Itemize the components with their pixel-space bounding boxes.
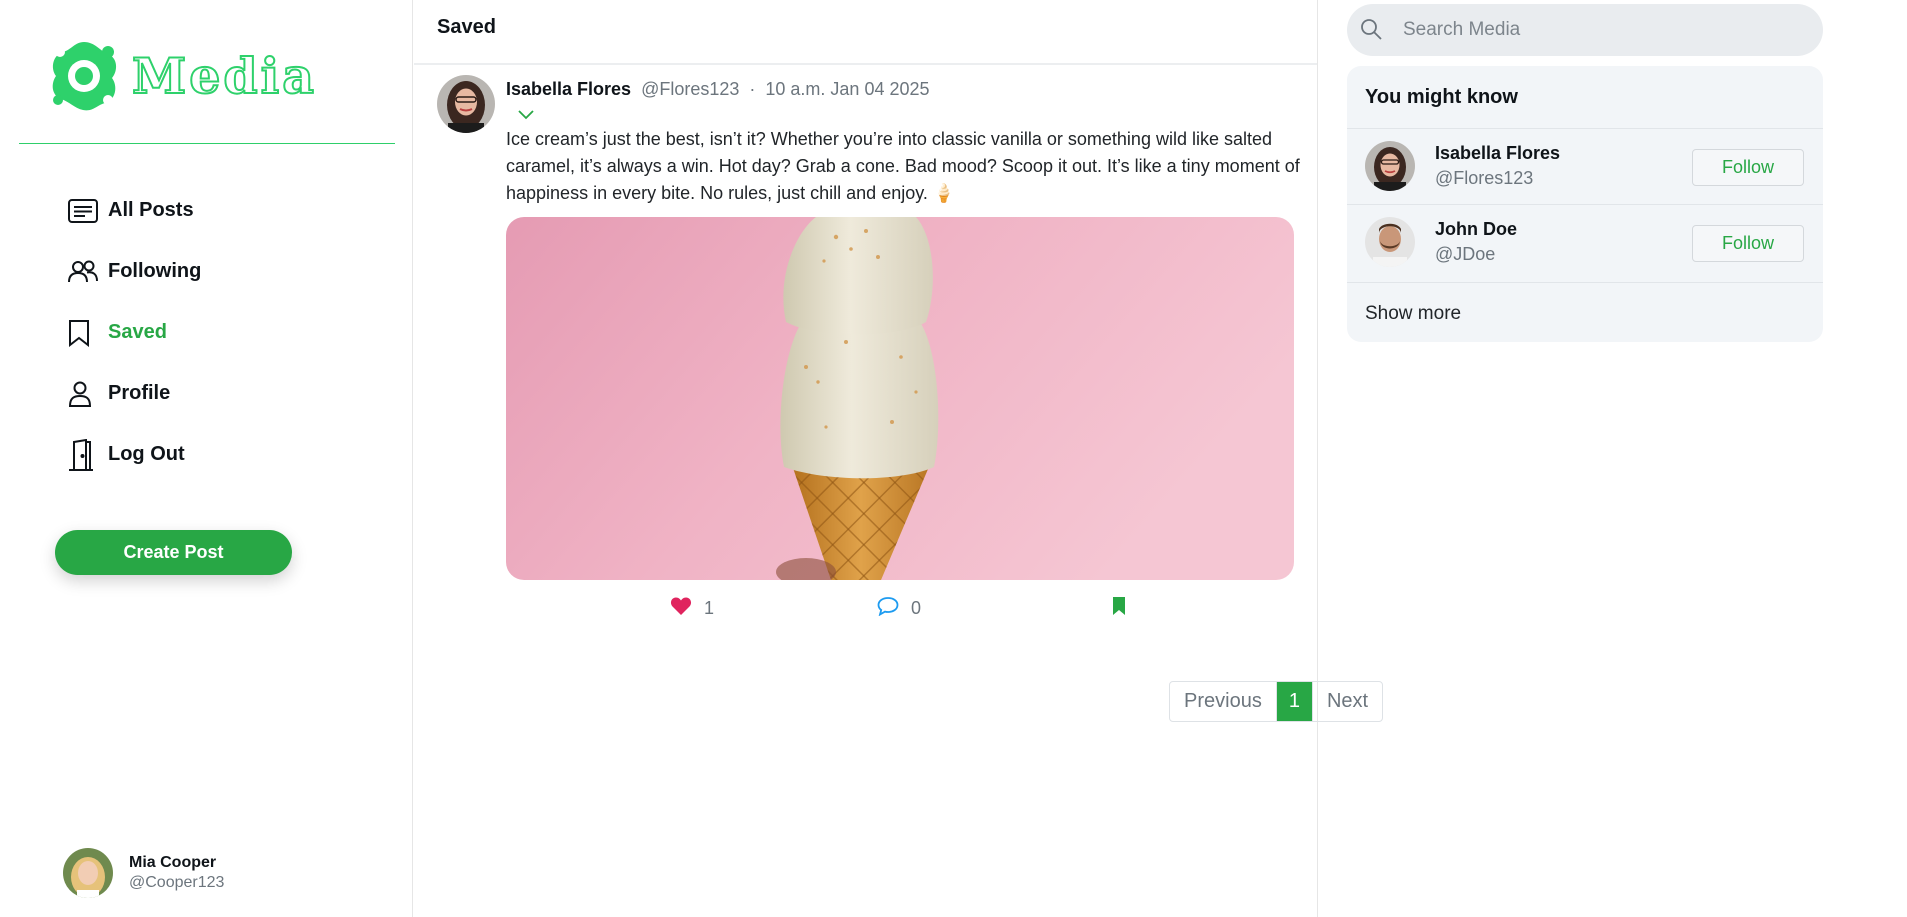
nav-item-following[interactable]: Following <box>68 241 201 302</box>
follow-button[interactable]: Follow <box>1692 149 1804 186</box>
like-count: 1 <box>704 598 715 618</box>
bookmark-icon <box>68 316 102 350</box>
comment-icon <box>877 596 899 621</box>
bookmark-filled-icon <box>1112 596 1126 621</box>
create-post-button[interactable]: Create Post <box>55 530 292 575</box>
comment-button[interactable]: 0 <box>877 596 921 621</box>
nav-label: Profile <box>108 382 171 404</box>
suggestion-name[interactable]: Isabella Flores <box>1435 143 1560 164</box>
left-sidebar: Media All Posts Following Saved Profile <box>0 0 413 917</box>
search-icon <box>1359 17 1383 46</box>
suggestion-name[interactable]: John Doe <box>1435 219 1517 240</box>
save-button[interactable] <box>1112 596 1126 621</box>
current-user-info: Mia Cooper @Cooper123 <box>129 853 224 893</box>
show-more-link[interactable]: Show more <box>1347 282 1823 345</box>
avatar[interactable] <box>1365 217 1415 267</box>
post-image[interactable] <box>506 217 1294 580</box>
post-text: Ice cream’s just the best, isn’t it? Whe… <box>506 129 1300 203</box>
users-icon <box>68 255 102 289</box>
next-page-button[interactable]: Next <box>1311 682 1382 721</box>
nav-item-log-out[interactable]: Log Out <box>68 424 201 485</box>
avatar <box>63 848 113 898</box>
nav-label: Following <box>108 260 202 282</box>
avatar[interactable] <box>1365 141 1415 191</box>
logo-divider <box>19 143 395 144</box>
nav-label: All Posts <box>108 199 194 221</box>
post-author-handle[interactable]: @Flores123 <box>641 79 739 100</box>
logo-icon <box>52 42 117 111</box>
nav-item-saved[interactable]: Saved <box>68 302 201 363</box>
separator-dot: · <box>749 79 756 99</box>
search-input[interactable] <box>1403 10 1803 50</box>
door-icon <box>68 438 102 472</box>
app-logo[interactable]: Media <box>48 38 317 114</box>
current-user-handle: @Cooper123 <box>129 874 225 891</box>
current-page[interactable]: 1 <box>1276 682 1312 721</box>
chevron-down-icon[interactable] <box>517 108 535 126</box>
post-timestamp: 10 a.m. Jan 04 2025 <box>765 79 930 99</box>
suggestion-row: John Doe @JDoe Follow <box>1347 204 1823 280</box>
brand-name: Media <box>131 46 318 106</box>
post-author-avatar[interactable] <box>437 75 495 133</box>
suggestions-title: You might know <box>1365 86 1518 108</box>
post-actions: 1 0 <box>506 596 1294 626</box>
suggestion-row: Isabella Flores @Flores123 Follow <box>1347 128 1823 204</box>
main-feed: Saved Isabella Flores @Flores123 · 10 a.… <box>414 0 1384 917</box>
suggestion-handle: @Flores123 <box>1435 168 1534 188</box>
page-title: Saved <box>414 0 1317 65</box>
list-icon <box>68 194 102 228</box>
post-author-name[interactable]: Isabella Flores <box>506 79 631 100</box>
user-icon <box>68 377 102 411</box>
suggestions-panel: You might know Isabella Flores @Flores12… <box>1347 66 1823 342</box>
nav-label: Saved <box>108 321 167 343</box>
nav-label: Log Out <box>108 443 185 465</box>
suggestion-handle: @JDoe <box>1435 244 1496 264</box>
like-button[interactable]: 1 <box>670 596 714 621</box>
previous-page-button[interactable]: Previous <box>1170 682 1277 721</box>
main-nav: All Posts Following Saved Profile Log Ou… <box>68 180 201 485</box>
current-user-name: Mia Cooper <box>129 854 217 871</box>
heart-icon <box>670 596 692 621</box>
nav-item-profile[interactable]: Profile <box>68 363 201 424</box>
post-header: Isabella Flores @Flores123 · 10 a.m. Jan… <box>506 79 930 100</box>
nav-item-all-posts[interactable]: All Posts <box>68 180 201 241</box>
follow-button[interactable]: Follow <box>1692 225 1804 262</box>
comment-count: 0 <box>911 598 922 618</box>
search-bar <box>1347 4 1823 56</box>
pagination: Previous 1 Next <box>1169 681 1384 722</box>
current-user[interactable]: Mia Cooper @Cooper123 <box>63 848 224 898</box>
